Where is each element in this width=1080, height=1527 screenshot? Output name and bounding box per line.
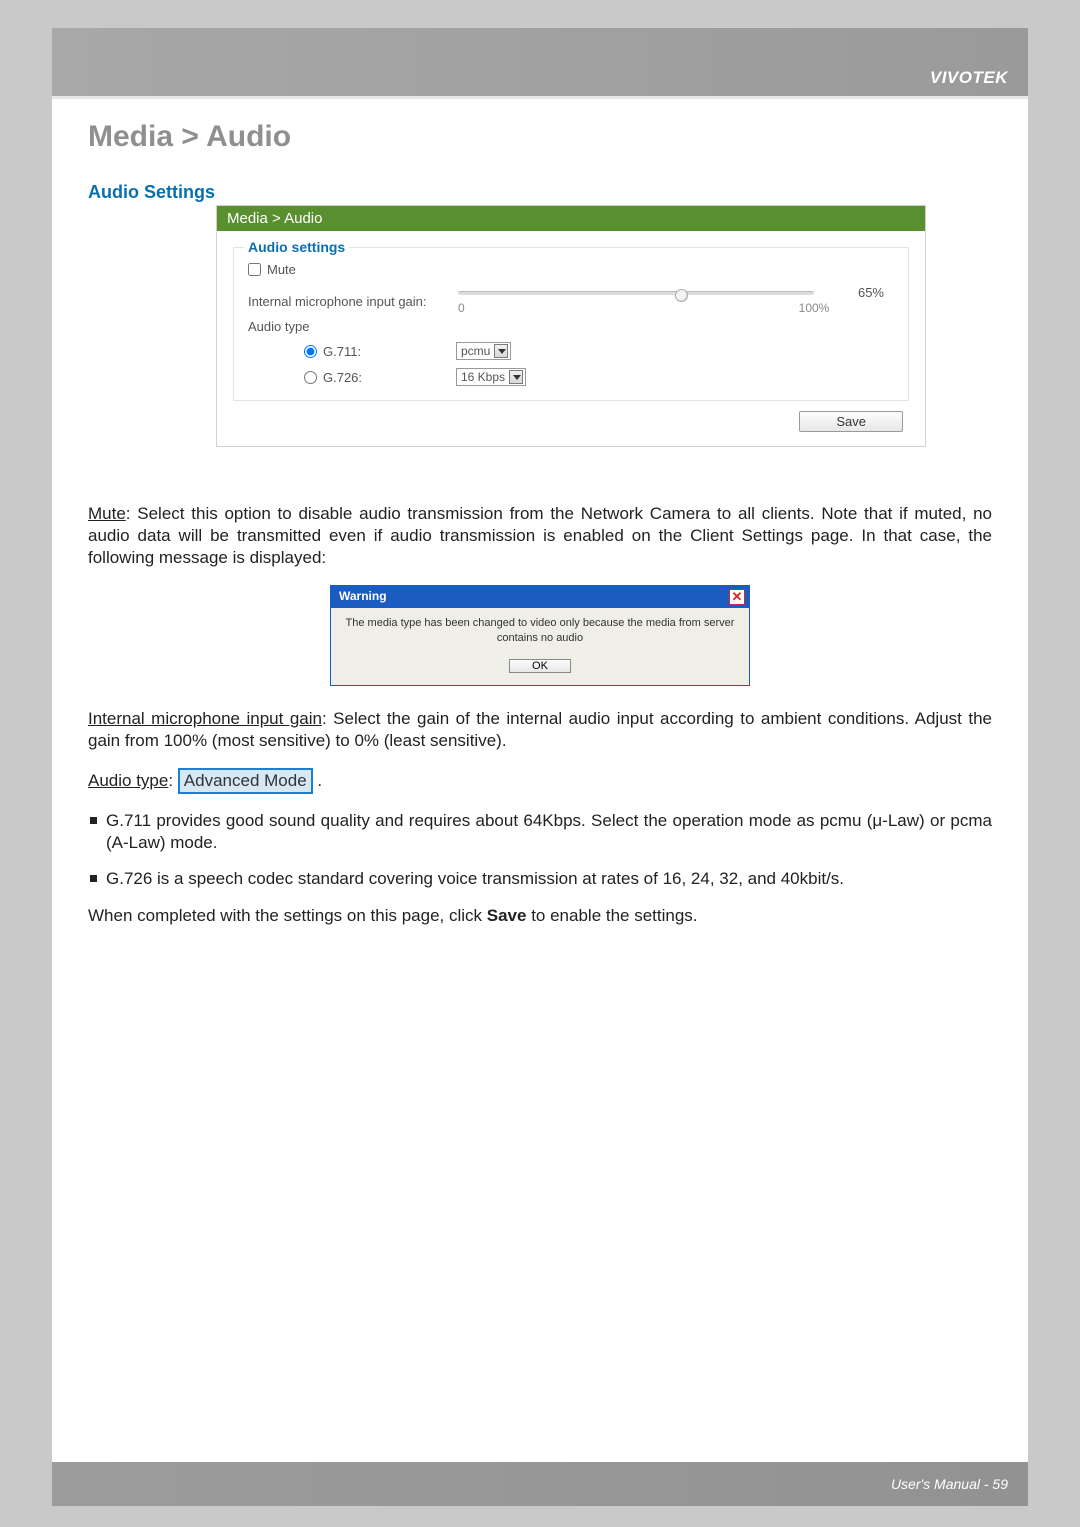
chevron-down-icon xyxy=(509,370,523,384)
warning-titlebar: Warning ✕ xyxy=(331,586,749,608)
g711-select[interactable]: pcmu xyxy=(456,342,511,360)
slider-min-label: 0 xyxy=(458,301,465,315)
audio-type-label: Audio type xyxy=(248,319,309,334)
g711-row: G.711: pcmu xyxy=(248,342,894,360)
header-band: VIVOTEK xyxy=(52,28,1028,96)
audiotype-colon: : xyxy=(168,771,177,790)
audio-settings-fieldset: Audio settings Mute Internal microphone … xyxy=(233,247,909,401)
header-rule xyxy=(52,96,1028,99)
warning-ok-button[interactable]: OK xyxy=(509,659,571,673)
warning-message: The media type has been changed to video… xyxy=(331,608,749,649)
body-text: Mute: Select this option to disable audi… xyxy=(88,503,992,927)
save-row: Save xyxy=(233,411,909,432)
g726-select[interactable]: 16 Kbps xyxy=(456,368,526,386)
g711-label: G.711: xyxy=(323,344,361,359)
closing-post: to enable the settings. xyxy=(526,906,697,925)
slider-thumb[interactable] xyxy=(675,289,688,302)
audiotype-paragraph: Audio type: Advanced Mode . xyxy=(88,768,992,794)
page-content: Media > Audio Audio Settings Media > Aud… xyxy=(88,120,992,943)
audio-type-bullets: G.711 provides good sound quality and re… xyxy=(88,810,992,890)
gain-row: Internal microphone input gain: 0 100% 6… xyxy=(248,287,894,315)
warning-dialog: Warning ✕ The media type has been change… xyxy=(330,585,750,686)
brand-label: VIVOTEK xyxy=(930,68,1008,88)
g726-label: G.726: xyxy=(323,370,362,385)
panel-header: Media > Audio xyxy=(217,206,925,231)
g726-select-value: 16 Kbps xyxy=(461,370,505,384)
closing-paragraph: When completed with the settings on this… xyxy=(88,905,992,927)
audiotype-period: . xyxy=(313,771,322,790)
panel-body: Audio settings Mute Internal microphone … xyxy=(217,231,925,446)
audiotype-heading: Audio type xyxy=(88,771,168,790)
mute-paragraph: Mute: Select this option to disable audi… xyxy=(88,503,992,569)
warning-ok-row: OK xyxy=(331,649,749,685)
g711-select-value: pcmu xyxy=(461,344,490,358)
manual-page: VIVOTEK Media > Audio Audio Settings Med… xyxy=(52,28,1028,1506)
slider-value-label: 65% xyxy=(858,285,884,300)
closing-pre: When completed with the settings on this… xyxy=(88,906,487,925)
close-icon[interactable]: ✕ xyxy=(729,589,745,605)
gain-slider[interactable]: 0 100% 65% xyxy=(458,287,894,315)
bullet-g726: G.726 is a speech codec standard coverin… xyxy=(88,868,992,890)
page-footer: User's Manual - 59 xyxy=(52,1462,1028,1506)
fieldset-legend: Audio settings xyxy=(244,239,349,255)
footer-text: User's Manual - 59 xyxy=(891,1476,1008,1492)
page-title: Media > Audio xyxy=(88,120,992,154)
bullet-g711: G.711 provides good sound quality and re… xyxy=(88,810,992,854)
closing-save: Save xyxy=(487,906,527,925)
mute-label: Mute xyxy=(267,262,296,277)
g711-radio[interactable] xyxy=(304,345,317,358)
warning-title-text: Warning xyxy=(339,589,387,605)
audio-settings-panel: Media > Audio Audio settings Mute Intern… xyxy=(216,205,926,447)
save-button[interactable]: Save xyxy=(799,411,903,432)
slider-track xyxy=(458,291,814,295)
advanced-mode-badge: Advanced Mode xyxy=(178,768,313,794)
g726-row: G.726: 16 Kbps xyxy=(248,368,894,386)
section-subtitle: Audio Settings xyxy=(88,182,992,203)
chevron-down-icon xyxy=(494,344,508,358)
gain-heading: Internal microphone input gain xyxy=(88,709,322,728)
mute-checkbox[interactable] xyxy=(248,263,261,276)
mute-row: Mute xyxy=(248,262,894,277)
mute-text: : Select this option to disable audio tr… xyxy=(88,504,992,567)
footer-label: User's Manual - xyxy=(891,1476,992,1492)
slider-max-label: 100% xyxy=(799,301,830,315)
gain-paragraph: Internal microphone input gain: Select t… xyxy=(88,708,992,752)
mute-heading: Mute xyxy=(88,504,126,523)
g726-radio[interactable] xyxy=(304,371,317,384)
audio-type-row: Audio type xyxy=(248,319,894,334)
footer-page-number: 59 xyxy=(992,1476,1008,1492)
gain-label: Internal microphone input gain: xyxy=(248,294,458,309)
